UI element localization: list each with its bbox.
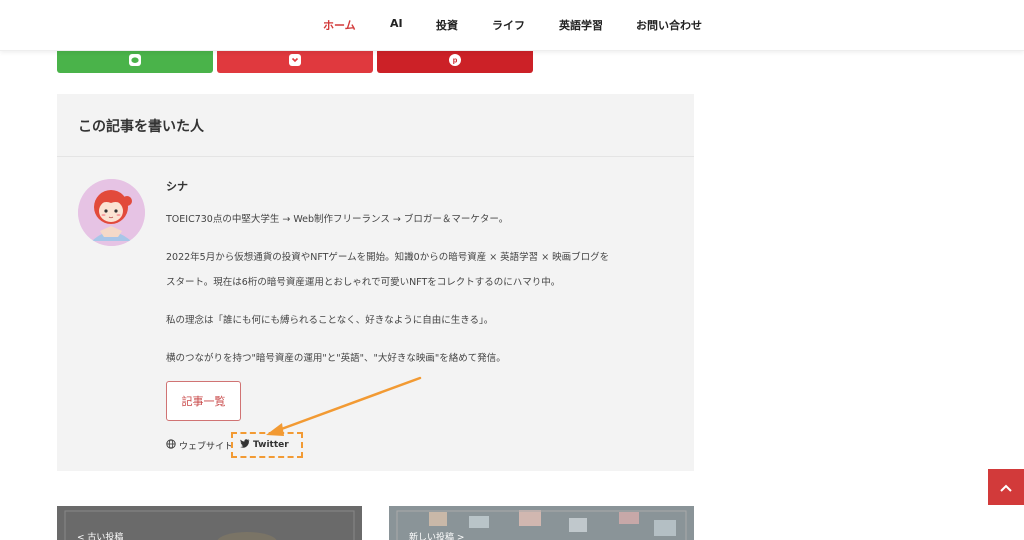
avatar xyxy=(78,179,145,246)
nav-item-ai[interactable]: AI xyxy=(390,17,403,30)
author-bio-line: スタート。現在は6桁の暗号資産運用とおしゃれで可愛いNFTをコレクトするのにハマ… xyxy=(166,277,561,288)
next-post-card[interactable]: 新しい投稿 > xyxy=(389,506,694,540)
nav-item-life[interactable]: ライフ xyxy=(492,17,525,33)
author-name[interactable]: シナ xyxy=(166,178,188,194)
author-bio-line: 横のつながりを持つ"暗号資産の運用"と"英語"、"大好きな映画"を絡めて発信。 xyxy=(166,353,506,364)
previous-post-label: < 古い投稿 xyxy=(77,533,124,540)
nav-item-home[interactable]: ホーム xyxy=(323,17,356,33)
website-label: ウェブサイト xyxy=(179,442,234,452)
website-link[interactable]: ウェブサイト xyxy=(166,439,233,452)
next-post-label: 新しい投稿 > xyxy=(409,533,465,540)
author-bio-line: 2022年5月から仮想通貨の投資やNFTゲームを開始。知識0からの暗号資産 × … xyxy=(166,252,610,263)
top-navigation: ホーム AI 投資 ライフ 英語学習 お問い合わせ xyxy=(0,0,1024,51)
author-box: この記事を書いた人 シナ TOEIC730点の中堅大学生 → Web制作フリーラ… xyxy=(57,94,694,471)
line-icon xyxy=(129,54,141,66)
nav-item-english[interactable]: 英語学習 xyxy=(559,17,603,33)
author-bio-line: TOEIC730点の中堅大学生 → Web制作フリーランス → ブロガー＆マーケ… xyxy=(166,214,509,225)
author-box-title: この記事を書いた人 xyxy=(78,119,204,135)
divider xyxy=(57,156,694,157)
nav-item-contact[interactable]: お問い合わせ xyxy=(636,17,702,33)
previous-post-card[interactable]: < 古い投稿 xyxy=(57,506,362,540)
pinterest-icon: p xyxy=(449,54,461,66)
chevron-up-icon xyxy=(999,478,1013,497)
annotation-highlight-box xyxy=(231,432,303,458)
pocket-icon xyxy=(289,54,301,66)
author-bio-line: 私の理念は「誰にも何にも縛られることなく、好きなように自由に生きる」。 xyxy=(166,315,494,326)
article-list-button[interactable]: 記事一覧 xyxy=(166,381,241,421)
back-to-top-button[interactable] xyxy=(988,469,1024,505)
globe-icon xyxy=(166,439,176,452)
nav-item-investment[interactable]: 投資 xyxy=(436,17,458,33)
svg-text:p: p xyxy=(453,56,458,64)
